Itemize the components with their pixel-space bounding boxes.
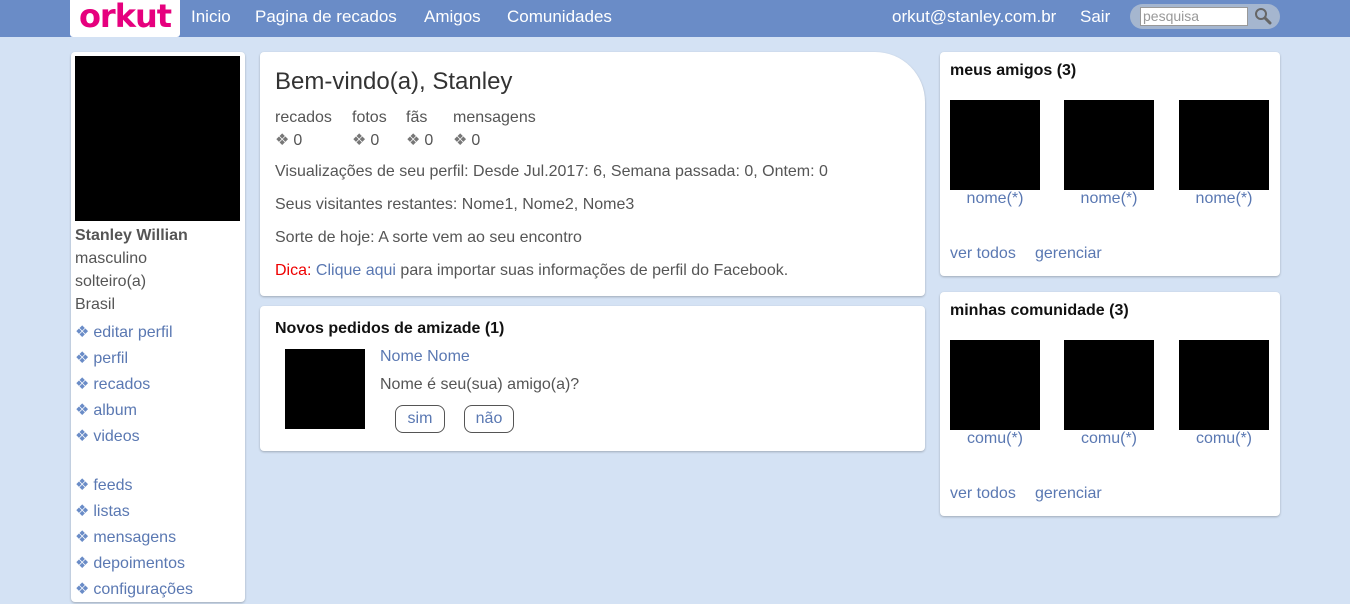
communities-title: minhas comunidade (3) <box>950 302 1129 319</box>
bullet-icon: ❖ <box>275 132 290 149</box>
bullet-icon: ❖ <box>75 555 90 572</box>
menu-videos[interactable]: ❖ videos <box>75 426 140 446</box>
recent-visitors: Seus visitantes restantes: Nome1, Nome2,… <box>275 196 635 213</box>
menu-mensagens[interactable]: ❖ mensagens <box>75 527 176 547</box>
bullet-icon: ❖ <box>453 132 468 149</box>
profile-country: Brasil <box>75 296 116 313</box>
nav-comunidades[interactable]: Comunidades <box>507 7 612 27</box>
accept-button[interactable]: sim <box>395 405 445 433</box>
menu-label: videos <box>93 428 140 445</box>
community-photo[interactable] <box>950 340 1040 430</box>
menu-configuracoes[interactable]: ❖ configurações <box>75 579 193 599</box>
daily-luck: Sorte de hoje: A sorte vem ao seu encont… <box>275 229 582 246</box>
communities-card: minhas comunidade (3) comu(*) comu(*) co… <box>940 292 1280 516</box>
bullet-icon: ❖ <box>75 324 90 341</box>
tip-line: Dica: Clique aqui para importar suas inf… <box>275 262 788 280</box>
menu-perfil[interactable]: ❖ perfil <box>75 348 128 368</box>
welcome-title: Bem-vindo(a), Stanley <box>275 68 513 95</box>
menu-label: album <box>93 402 137 419</box>
menu-label: perfil <box>93 350 129 367</box>
friends-manage-link[interactable]: gerenciar <box>1035 245 1102 263</box>
logout-link[interactable]: Sair <box>1080 7 1110 27</box>
menu-label: recados <box>93 376 151 393</box>
community-name[interactable]: comu(*) <box>950 430 1040 448</box>
friends-card: meus amigos (3) nome(*) nome(*) nome(*) … <box>940 52 1280 276</box>
friend-photo[interactable] <box>1064 100 1154 190</box>
stat-label: fãs <box>406 109 428 126</box>
nav-inicio[interactable]: Inicio <box>191 7 231 27</box>
top-bar: orkut Inicio Pagina de recados Amigos Co… <box>0 0 1350 37</box>
communities-see-all-link[interactable]: ver todos <box>950 485 1016 503</box>
bullet-icon: ❖ <box>75 376 90 393</box>
tip-link[interactable]: Clique aqui <box>316 262 396 279</box>
friend-name[interactable]: nome(*) <box>1064 190 1154 208</box>
menu-label: listas <box>93 503 130 520</box>
profile-views: Visualizações de seu perfil: Desde Jul.2… <box>275 163 828 180</box>
requests-title: Novos pedidos de amizade (1) <box>275 320 505 337</box>
menu-label: feeds <box>93 477 133 494</box>
menu-label: mensagens <box>93 529 177 546</box>
bullet-icon: ❖ <box>75 529 90 546</box>
stat-value: 0 <box>370 132 380 149</box>
stat-mensagens[interactable]: mensagens ❖ 0 <box>453 109 536 150</box>
orkut-logo[interactable]: orkut <box>70 0 180 37</box>
friends-title: meus amigos (3) <box>950 62 1077 79</box>
community-photo[interactable] <box>1179 340 1269 430</box>
community-name[interactable]: comu(*) <box>1064 430 1154 448</box>
search-box: pesquisa <box>1130 4 1280 29</box>
profile-sidebar: Stanley Willian masculino solteiro(a) Br… <box>71 52 245 602</box>
profile-gender: masculino <box>75 250 148 267</box>
bullet-icon: ❖ <box>75 581 90 598</box>
bullet-icon: ❖ <box>75 503 90 520</box>
user-email[interactable]: orkut@stanley.com.br <box>892 7 1056 27</box>
stat-fotos[interactable]: fotos ❖ 0 <box>352 109 387 150</box>
menu-label: editar perfil <box>93 324 173 341</box>
friend-requests-card: Novos pedidos de amizade (1) Nome Nome N… <box>260 306 925 451</box>
tip-text: para importar suas informações de perfil… <box>400 262 789 279</box>
stat-value: 0 <box>424 132 434 149</box>
friend-photo[interactable] <box>950 100 1040 190</box>
bullet-icon: ❖ <box>406 132 421 149</box>
search-icon[interactable] <box>1254 7 1272 25</box>
profile-photo[interactable] <box>75 56 240 221</box>
decline-button[interactable]: não <box>464 405 514 433</box>
menu-recados[interactable]: ❖ recados <box>75 374 150 394</box>
menu-label: depoimentos <box>93 555 185 572</box>
bullet-icon: ❖ <box>75 428 90 445</box>
community-name[interactable]: comu(*) <box>1179 430 1269 448</box>
stat-recados[interactable]: recados ❖ 0 <box>275 109 332 150</box>
tip-label: Dica: <box>275 262 312 279</box>
requester-photo[interactable] <box>285 349 365 429</box>
communities-manage-link[interactable]: gerenciar <box>1035 485 1102 503</box>
menu-feeds[interactable]: ❖ feeds <box>75 475 132 495</box>
bullet-icon: ❖ <box>352 132 367 149</box>
bullet-icon: ❖ <box>75 350 90 367</box>
bullet-icon: ❖ <box>75 477 90 494</box>
stat-fas[interactable]: fãs ❖ 0 <box>406 109 433 150</box>
request-question: Nome é seu(sua) amigo(a)? <box>380 376 580 393</box>
requester-name[interactable]: Nome Nome <box>380 348 470 366</box>
welcome-card: Bem-vindo(a), Stanley recados ❖ 0 fotos ❖… <box>260 52 925 296</box>
stat-label: mensagens <box>453 109 536 126</box>
friends-see-all-link[interactable]: ver todos <box>950 245 1016 263</box>
menu-listas[interactable]: ❖ listas <box>75 501 130 521</box>
menu-editar-perfil[interactable]: ❖ editar perfil <box>75 322 173 342</box>
stat-value: 0 <box>471 132 481 149</box>
nav-pagina-de-recados[interactable]: Pagina de recados <box>255 7 397 27</box>
stat-value: 0 <box>293 132 303 149</box>
bullet-icon: ❖ <box>75 402 90 419</box>
friend-name[interactable]: nome(*) <box>1179 190 1269 208</box>
nav-amigos[interactable]: Amigos <box>424 7 481 27</box>
stat-label: fotos <box>352 109 387 126</box>
menu-label: configurações <box>93 581 193 598</box>
profile-name: Stanley Willian <box>75 227 188 244</box>
search-input[interactable]: pesquisa <box>1140 7 1248 26</box>
profile-status: solteiro(a) <box>75 273 147 290</box>
stat-label: recados <box>275 109 332 126</box>
friend-name[interactable]: nome(*) <box>950 190 1040 208</box>
menu-depoimentos[interactable]: ❖ depoimentos <box>75 553 185 573</box>
menu-album[interactable]: ❖ album <box>75 400 137 420</box>
community-photo[interactable] <box>1064 340 1154 430</box>
friend-photo[interactable] <box>1179 100 1269 190</box>
